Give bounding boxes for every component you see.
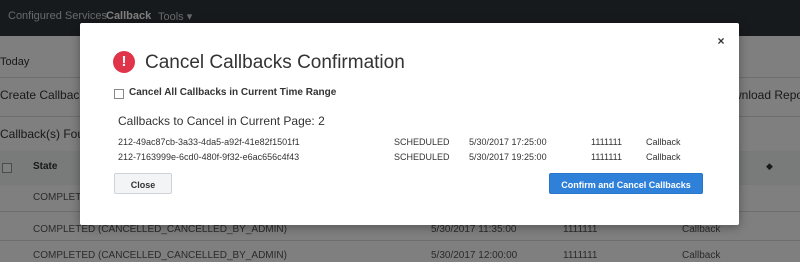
confirm-cancel-callbacks-button[interactable]: Confirm and Cancel Callbacks bbox=[549, 173, 703, 194]
cancel-all-checkbox[interactable] bbox=[114, 89, 124, 99]
callback-id: 212-7163999e-6cd0-480f-9f32-e6ac656c4f43 bbox=[118, 152, 300, 162]
callback-type: Callback bbox=[646, 137, 681, 147]
alert-icon: ! bbox=[113, 51, 135, 73]
cancel-all-checkbox-label[interactable]: Cancel All Callbacks in Current Time Ran… bbox=[129, 87, 336, 98]
callback-number: 1111111 bbox=[591, 152, 623, 162]
callback-status: SCHEDULED bbox=[394, 137, 450, 147]
callbacks-to-cancel-list: 212-49ac87cb-3a33-4da5-a92f-41e82f1501f1… bbox=[118, 136, 718, 166]
callback-time: 5/30/2017 17:25:00 bbox=[469, 137, 547, 147]
cancel-callbacks-dialog: × ! Cancel Callbacks Confirmation Cancel… bbox=[80, 23, 739, 225]
list-item: 212-49ac87cb-3a33-4da5-a92f-41e82f1501f1… bbox=[118, 136, 718, 151]
callback-time: 5/30/2017 19:25:00 bbox=[469, 152, 547, 162]
callback-id: 212-49ac87cb-3a33-4da5-a92f-41e82f1501f1 bbox=[118, 137, 300, 147]
callback-status: SCHEDULED bbox=[394, 152, 450, 162]
close-icon[interactable]: × bbox=[715, 35, 727, 47]
close-button[interactable]: Close bbox=[114, 173, 172, 194]
dialog-title: Cancel Callbacks Confirmation bbox=[145, 52, 405, 73]
callback-type: Callback bbox=[646, 152, 681, 162]
callback-number: 1111111 bbox=[591, 137, 623, 147]
list-item: 212-7163999e-6cd0-480f-9f32-e6ac656c4f43… bbox=[118, 151, 718, 166]
callbacks-count-heading: Callbacks to Cancel in Current Page: 2 bbox=[118, 114, 325, 128]
